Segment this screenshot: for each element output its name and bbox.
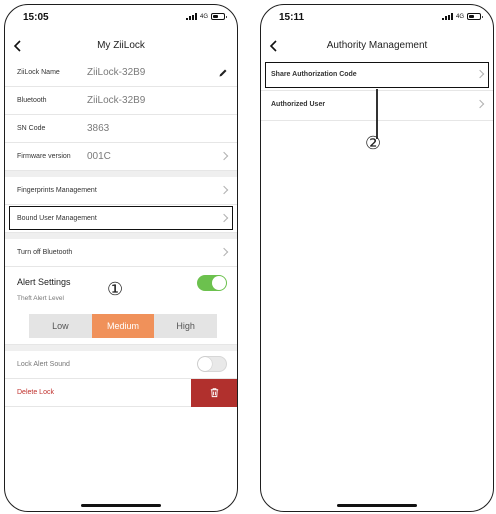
status-indicators: 4G	[185, 13, 227, 20]
signal-icon	[185, 13, 197, 20]
battery-icon	[211, 13, 227, 20]
row-turn-off-bluetooth[interactable]: Turn off Bluetooth	[5, 239, 237, 267]
theft-alert-level-label: Theft Alert Level	[17, 295, 64, 302]
network-type: 4G	[199, 13, 208, 20]
row-label: Delete Lock	[17, 389, 54, 396]
row-lock-alert-sound: Lock Alert Sound	[5, 351, 237, 379]
row-label: Fingerprints Management	[17, 187, 97, 194]
row-sn-code: SN Code 3863	[5, 115, 237, 143]
delete-button[interactable]	[191, 379, 237, 407]
page-title: My ZiiLock	[97, 40, 145, 51]
settings-list: ZiiLock Name ZiiLock-32B9 Bluetooth ZiiL…	[5, 59, 237, 511]
trash-icon	[210, 388, 219, 398]
chevron-right-icon	[219, 151, 229, 161]
alert-level-high[interactable]: High	[154, 314, 217, 338]
annotation-leader-line	[376, 89, 378, 139]
highlight-box	[265, 62, 489, 88]
row-label: ZiiLock Name	[17, 69, 60, 76]
status-bar: 15:11 4G	[261, 5, 493, 27]
annotation-marker-2: ②	[365, 133, 382, 153]
alert-level-low[interactable]: Low	[29, 314, 92, 338]
alert-settings-toggle[interactable]	[197, 275, 227, 291]
nav-bar: My ZiiLock	[5, 38, 237, 56]
status-time: 15:11	[279, 12, 305, 23]
row-label: Firmware version	[17, 153, 71, 160]
row-value: 001C	[87, 151, 111, 162]
chevron-right-icon	[219, 185, 229, 195]
page-title: Authority Management	[326, 40, 428, 51]
row-ziilock-name[interactable]: ZiiLock Name ZiiLock-32B9	[5, 59, 237, 87]
row-label: SN Code	[17, 125, 46, 132]
row-delete-lock[interactable]: Delete Lock	[5, 379, 237, 407]
pencil-edit-icon[interactable]	[218, 68, 228, 78]
phone-my-ziilock: 15:05 4G My ZiiLock ZiiLock Name ZiiLock…	[4, 4, 238, 512]
chevron-right-icon	[475, 99, 485, 109]
status-indicators: 4G	[441, 13, 483, 20]
highlight-box	[9, 206, 233, 230]
row-label: Turn off Bluetooth	[17, 249, 73, 256]
battery-icon	[467, 13, 483, 20]
row-fingerprints-management[interactable]: Fingerprints Management	[5, 177, 237, 205]
annotation-marker-1: ①	[107, 279, 124, 299]
row-bluetooth: Bluetooth ZiiLock-32B9	[5, 87, 237, 115]
row-label: Authorized User	[271, 101, 326, 108]
phone-authority-management: 15:11 4G Authority Management Share Auth…	[260, 4, 494, 512]
row-value: 3863	[87, 123, 110, 134]
status-time: 15:05	[23, 12, 49, 23]
row-firmware-version[interactable]: Firmware version 001C	[5, 143, 237, 171]
alert-settings-section: Alert Settings Theft Alert Level ① Low M…	[5, 267, 237, 345]
status-bar: 15:05 4G	[5, 5, 237, 27]
row-value: ZiiLock-32B9	[87, 67, 146, 78]
chevron-right-icon	[219, 247, 229, 257]
home-indicator	[337, 504, 417, 507]
row-label: Bluetooth	[17, 97, 47, 104]
network-type: 4G	[455, 13, 464, 20]
alert-level-medium[interactable]: Medium	[91, 314, 155, 338]
row-value: ZiiLock-32B9	[87, 95, 146, 106]
lock-alert-sound-toggle[interactable]	[197, 356, 227, 372]
home-indicator	[81, 504, 161, 507]
row-bound-user-management[interactable]: Bound User Management	[5, 205, 237, 233]
alert-settings-title: Alert Settings	[17, 277, 71, 287]
nav-bar: Authority Management	[261, 38, 493, 56]
signal-icon	[441, 13, 453, 20]
row-label: Lock Alert Sound	[17, 361, 70, 368]
row-share-authorization-code[interactable]: Share Authorization Code	[261, 61, 493, 91]
alert-level-selector: Low Medium High	[29, 314, 217, 338]
